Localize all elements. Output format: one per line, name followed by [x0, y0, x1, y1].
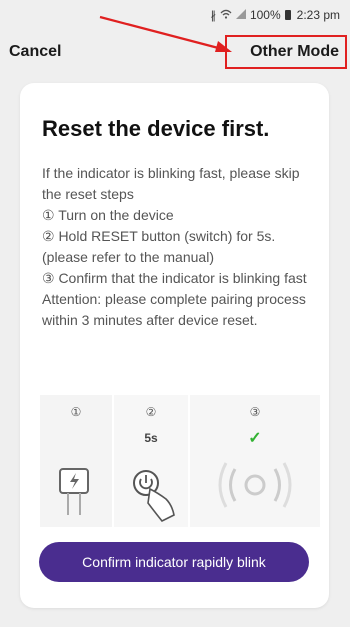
instruction-line: Attention: please complete pairing proce…: [42, 291, 306, 328]
top-bar: Cancel Other Mode: [0, 34, 350, 74]
instruction-line: ③ Confirm that the indicator is blinking…: [42, 270, 307, 286]
confirm-blink-button[interactable]: Confirm indicator rapidly blink: [39, 542, 309, 582]
instruction-line: If the indicator is blinking fast, pleas…: [42, 165, 300, 202]
status-bar: ∦ 100% 2:23 pm: [0, 0, 350, 30]
instructions: If the indicator is blinking fast, pleas…: [42, 163, 312, 331]
signal-icon: [235, 8, 246, 22]
wifi-icon: [220, 9, 232, 22]
other-mode-button[interactable]: Other Mode: [225, 35, 347, 69]
bluetooth-icon: ∦: [210, 9, 216, 22]
reset-steps-illustration: ① ② 5s ③ ✓: [40, 395, 320, 527]
blinking-indicator-icon: [218, 462, 292, 508]
step-number: ②: [145, 405, 157, 419]
other-mode-label: Other Mode: [250, 43, 339, 60]
step-2: ② 5s: [114, 395, 188, 527]
power-button-press-icon: [133, 470, 175, 523]
battery-icon: [284, 10, 291, 20]
reset-card: Reset the device first. If the indicator…: [20, 83, 329, 608]
instruction-line: ② Hold RESET button (switch) for 5s. (pl…: [42, 228, 276, 265]
power-plug-icon: [59, 468, 89, 515]
check-icon: ✓: [248, 430, 262, 447]
step-duration: 5s: [144, 431, 158, 445]
page-title: Reset the device first.: [42, 116, 270, 141]
step-3: ③ ✓: [190, 395, 320, 527]
clock: 2:23 pm: [296, 8, 340, 22]
battery-level: 100%: [249, 8, 281, 22]
instruction-line: ① Turn on the device: [42, 207, 174, 223]
step-number: ③: [249, 405, 261, 419]
step-number: ①: [70, 405, 82, 419]
step-1: ①: [40, 395, 112, 527]
cancel-button[interactable]: Cancel: [9, 43, 61, 61]
